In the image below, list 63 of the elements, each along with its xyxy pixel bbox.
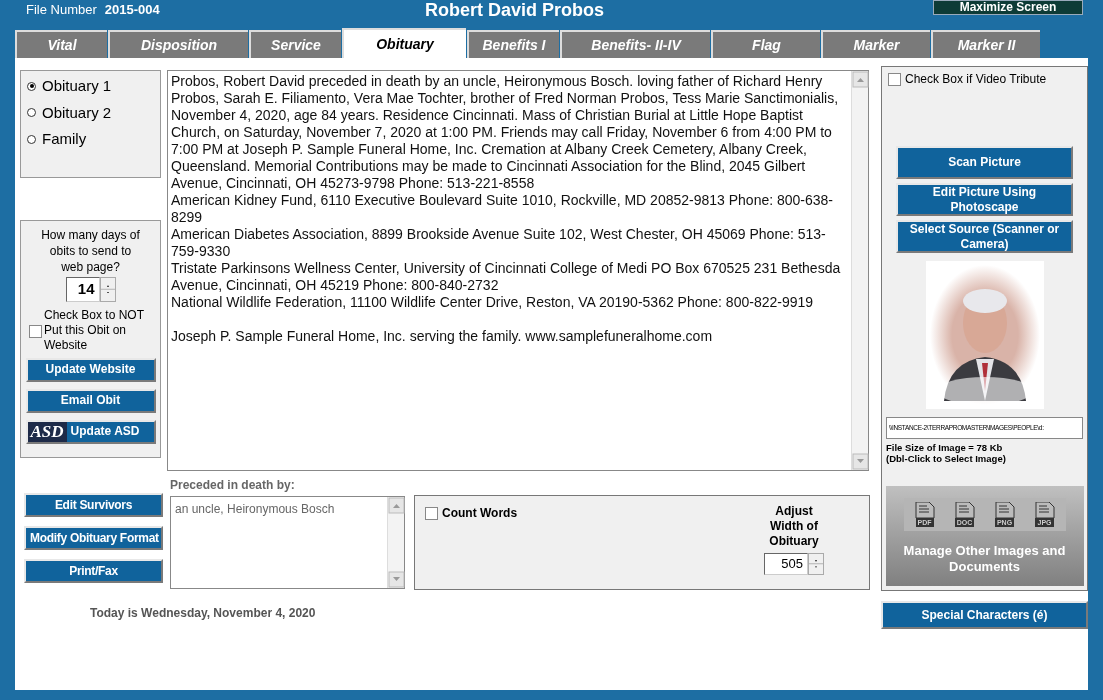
- obituary-text-area[interactable]: [167, 70, 869, 471]
- radio-label: Family: [42, 129, 87, 149]
- checkbox-label: Check Box to NOT Put this Obit on Website: [44, 307, 145, 353]
- scrollbar[interactable]: [387, 497, 404, 588]
- video-tribute-label: Check Box if Video Tribute: [905, 71, 1047, 88]
- obituary-paragraph: American Kidney Fund, 6110 Executive Boulevard Suite 1010, Rockville, MD 20852-9813 Phone: 800-638-8299: [171, 192, 835, 226]
- obituary-action-button[interactable]: Print/Fax: [24, 559, 163, 583]
- today-date: Today is Wednesday, November 4, 2020: [90, 605, 317, 622]
- obituary-paragraph: Tristate Parkinsons Wellness Center, University of Cincinnati College of Medi PO Box 670525 231 Bethesda Avenue, Cincinnati, OH 45219 Phone: 800-840-2732: [171, 260, 842, 294]
- update-asd-button[interactable]: ASD Update ASD: [25, 419, 156, 444]
- tab[interactable]: Disposition: [108, 30, 248, 58]
- obituary-paragraph: American Diabetes Association, 8899 Brookside Avenue Suite 102, West Chester, OH 45069 Phone: 513-759-9330: [171, 226, 827, 260]
- spinner-arrows-icon[interactable]: [808, 553, 824, 575]
- checkbox[interactable]: [888, 72, 901, 86]
- picture-action-button[interactable]: Select Source (Scanner or Camera): [896, 220, 1073, 253]
- tab[interactable]: Obituary: [342, 28, 466, 58]
- tab[interactable]: Marker: [821, 30, 930, 58]
- scroll-up-icon[interactable]: [852, 71, 869, 88]
- width-field[interactable]: 505: [764, 553, 808, 575]
- document-icon[interactable]: [1033, 502, 1056, 518]
- checkbox[interactable]: [425, 506, 438, 520]
- preceded-label: Preceded in death by:: [170, 477, 296, 494]
- checkbox[interactable]: [29, 324, 42, 338]
- radio-label: Obituary 2: [42, 102, 112, 123]
- tab[interactable]: Flag: [711, 30, 820, 58]
- document-icon[interactable]: [913, 502, 936, 518]
- preceded-field[interactable]: an uncle, Heironymous Bosch: [170, 496, 405, 589]
- website-action-button[interactable]: Update Website: [25, 357, 156, 382]
- file-number-label: File Number: [26, 1, 97, 20]
- deceased-name: Robert David Probos: [425, 0, 605, 22]
- count-words-label: Count Words: [442, 505, 518, 522]
- file-hint-text: (Dbl-Click to Select Image): [886, 453, 1007, 464]
- document-icon[interactable]: [993, 502, 1016, 518]
- radio-button[interactable]: [27, 134, 36, 144]
- file-size-text: File Size of Image = 78 Kb: [886, 442, 1004, 453]
- obituary-closing: Joseph P. Sample Funeral Home, Inc. serving the family. www.samplefuneralhome.com: [171, 328, 714, 345]
- tab[interactable]: Vital: [15, 30, 107, 58]
- radio-label: Obituary 1: [42, 76, 112, 96]
- obituary-action-button[interactable]: Modify Obituary Format: [24, 526, 163, 550]
- obituary-action-button[interactable]: Edit Survivors: [24, 493, 163, 517]
- document-icon[interactable]: [953, 502, 976, 518]
- scroll-up-icon[interactable]: [388, 497, 405, 514]
- radio-button[interactable]: [27, 108, 36, 118]
- picture-action-button[interactable]: Edit Picture Using Photoscape: [896, 183, 1073, 216]
- picture-action-button[interactable]: Scan Picture: [896, 146, 1073, 179]
- scrollbar[interactable]: [851, 71, 868, 470]
- width-label: Adjust Width of Obituary: [768, 504, 820, 549]
- days-question: How many days of obits to send to web page?: [40, 227, 141, 275]
- tab[interactable]: Benefits- II-IV: [560, 30, 710, 58]
- scroll-down-icon[interactable]: [852, 453, 869, 470]
- file-number: 2015-004: [104, 1, 160, 20]
- website-action-button[interactable]: Email Obit: [25, 388, 156, 413]
- asd-logo: ASD: [27, 421, 67, 442]
- special-characters-button[interactable]: Special Characters (é): [881, 601, 1088, 629]
- scroll-down-icon[interactable]: [388, 571, 405, 588]
- days-field[interactable]: 14: [65, 277, 100, 302]
- radio-button[interactable]: [27, 81, 36, 91]
- tab[interactable]: Marker II: [931, 30, 1040, 58]
- tab[interactable]: Benefits I: [467, 30, 559, 58]
- obituary-paragraph: Probos, Robert David preceded in death by an uncle, Heironymous Bosch. loving father of Richard Henry Probos, Sarah E. Filiamento, Vera Mae Tochter, brother of Fred Norman Probos, Tess Marie Sanctimonialis, November 4, 2020, age 84 years. Residence Cincinnati. Mass of Christian Burial at Little Hope Baptist Church, on Saturday, November 7, 2020 at 1:00 PM. Friends may call Friday, November 6 from 4:00 PM to 7:00 PM at Joseph P. Sample Funeral Home, Inc. Cremation at Albany Creek Cemetery, Albany Creek, Queensland. Memorial Contributions may be made to Cincinnati Association for the Blind, 2045 Gilbert Avenue, Cincinnati, OH 45273-9798 Phone: 513-221-8558: [171, 73, 840, 192]
- maximize-screen-button[interactable]: Maximize Screen: [933, 0, 1083, 15]
- tab[interactable]: Service: [249, 30, 341, 58]
- obituary-paragraph: National Wildlife Federation, 11100 Wildlife Center Drive, Reston, VA 20190-5362 Phone: 800-822-9919: [171, 294, 815, 311]
